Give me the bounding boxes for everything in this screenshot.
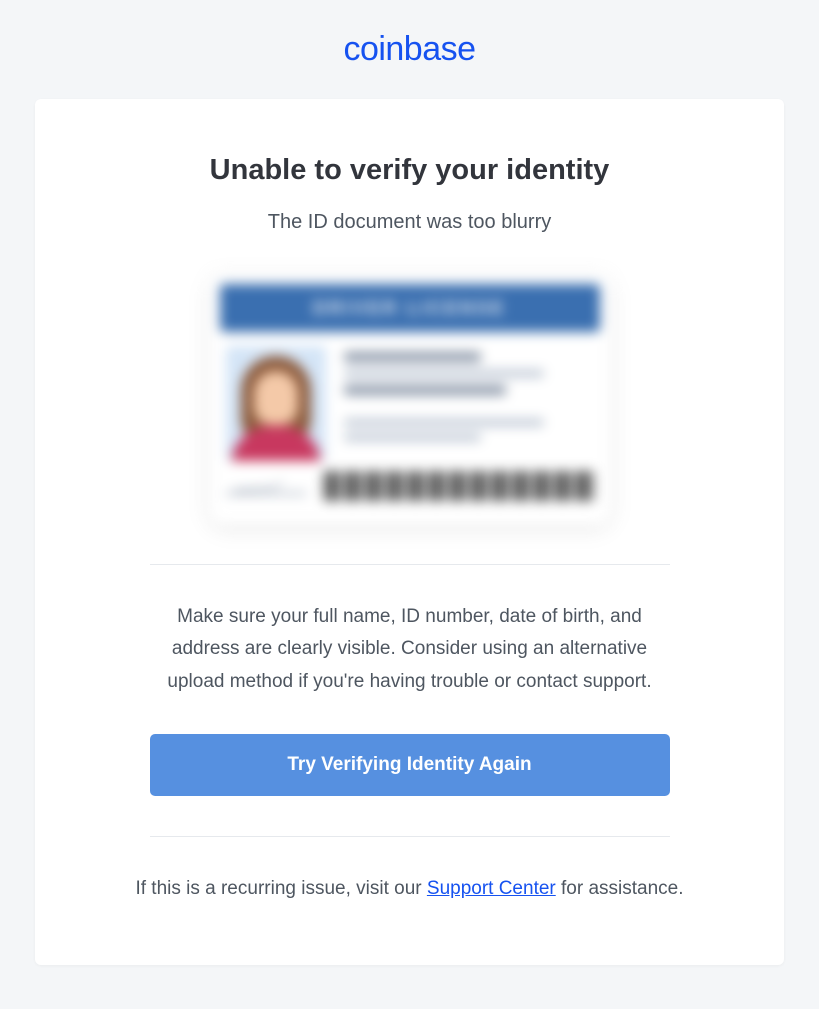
support-center-link[interactable]: Support Center bbox=[427, 878, 556, 899]
failure-reason: The ID document was too blurry bbox=[130, 211, 690, 234]
brand-logo: coinbase bbox=[343, 30, 475, 68]
divider bbox=[150, 836, 670, 837]
notification-card: Unable to verify your identity The ID do… bbox=[35, 99, 784, 965]
id-photo-icon bbox=[226, 346, 326, 461]
footer-suffix: for assistance. bbox=[556, 878, 684, 899]
id-signature-icon bbox=[226, 477, 306, 495]
instructions-text: Make sure your full name, ID number, dat… bbox=[150, 601, 670, 698]
divider bbox=[150, 564, 670, 565]
blurry-id-illustration: DRIVER LICENSE bbox=[210, 274, 610, 524]
id-header-text: DRIVER LICENSE bbox=[313, 298, 506, 319]
footer-text: If this is a recurring issue, visit our … bbox=[130, 873, 690, 905]
page-title: Unable to verify your identity bbox=[130, 154, 690, 187]
footer-prefix: If this is a recurring issue, visit our bbox=[135, 878, 426, 899]
try-again-button[interactable]: Try Verifying Identity Again bbox=[150, 734, 670, 796]
id-barcode-icon bbox=[324, 471, 594, 501]
